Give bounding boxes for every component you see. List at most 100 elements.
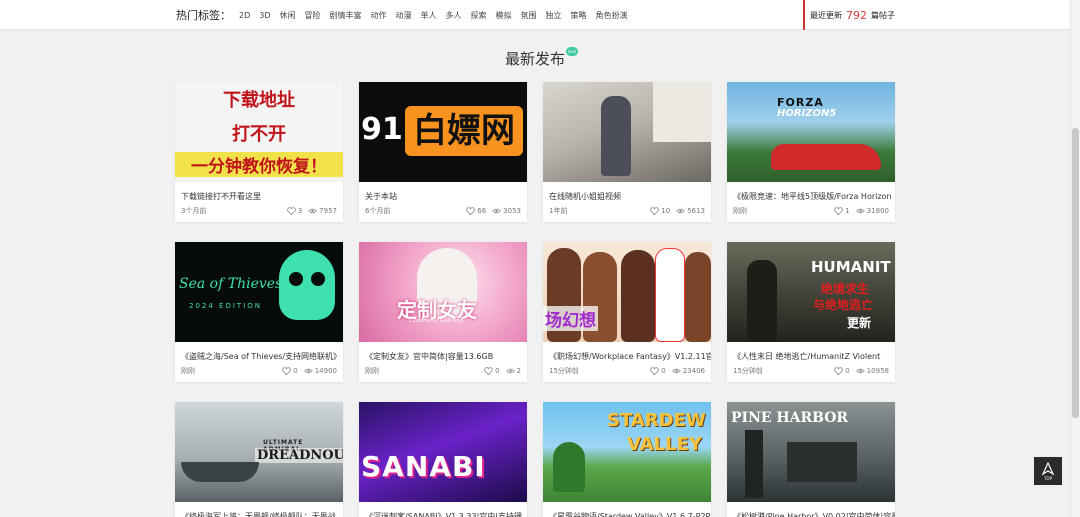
post-card[interactable]: 场幻想 《职场幻想/Workplace Fantasy》V1.2.11官 15分… [543,242,711,382]
post-title[interactable]: 关于本站 [359,182,527,202]
thumb-text: 白嫖网 [405,106,523,156]
likes[interactable]: 0 [834,367,850,375]
post-meta: 刚刚 0 14900 [181,366,337,376]
post-thumbnail[interactable]: 定制女友 Customized Girlfriend [359,242,527,342]
eye-icon [303,368,313,374]
post-stats: 0 10958 [834,367,889,375]
likes[interactable]: 3 [286,207,302,215]
post-title[interactable]: 下载链接打不开看这里 [175,182,343,202]
tag-link[interactable]: 动作 [371,10,387,21]
post-card[interactable]: 定制女友 Customized Girlfriend 《定制女友》官中简体|容量… [359,242,527,382]
heart-icon [650,207,660,215]
likes[interactable]: 66 [466,207,486,215]
tag-link[interactable]: 动漫 [396,10,412,21]
post-title[interactable]: 《松树港/Pine Harbor》V0.02|官中简体|容量 [727,502,895,517]
likes[interactable]: 0 [484,367,500,375]
heart-icon [650,367,660,375]
post-card[interactable]: Sea of Thieves 2024 EDITION 《盗贼之海/Sea of… [175,242,343,382]
post-thumbnail[interactable]: FORZA HORIZON5 [727,82,895,182]
heart-icon [466,207,476,215]
tag-link[interactable]: 探索 [471,10,487,21]
thumb-text: HORIZON5 [777,108,837,119]
post-title[interactable]: 《终极海军上将：无畏舰/终极舰队：无畏战 [175,502,343,517]
tag-link[interactable]: 休闲 [280,10,296,21]
post-thumbnail[interactable]: HUMANIT 绝境求生 与绝地逃亡 更新 [727,242,895,342]
post-thumbnail[interactable]: 场幻想 [543,242,711,342]
post-card[interactable]: PINE HARBOR 《松树港/Pine Harbor》V0.02|官中简体|… [727,402,895,517]
likes-count: 66 [477,207,487,215]
post-title[interactable]: 《职场幻想/Workplace Fantasy》V1.2.11官 [543,342,711,362]
post-meta: 3个月前 3 7957 [181,206,337,216]
post-thumbnail[interactable]: ULTIMATE ADMIRAL DREADNOUGHTS [175,402,343,502]
post-time: 刚刚 [733,207,747,215]
post-thumbnail[interactable] [543,82,711,182]
likes[interactable]: 10 [650,207,670,215]
post-card[interactable]: FORZA HORIZON5 《极限竞速：地平线5顶级版/Forza Horiz… [727,82,895,222]
ship-shape [181,462,259,482]
post-thumbnail[interactable]: STARDEW VALLEY [543,402,711,502]
post-title[interactable]: 《沉迷刺客/SANABI》V1.3.33|官中|支持键 [359,502,527,517]
post-title[interactable]: 《星露谷物语/Stardew Valley》V1.6.7-P2P| [543,502,711,517]
post-card[interactable]: SANABI 《沉迷刺客/SANABI》V1.3.33|官中|支持键 [359,402,527,517]
likes-count: 0 [845,367,850,375]
post-title[interactable]: 《盗贼之海/Sea of Thieves/支持网络联机》 [175,342,343,362]
heart-icon [286,207,296,215]
likes[interactable]: 1 [834,207,850,215]
post-thumbnail[interactable]: 91 白嫖网 [359,82,527,182]
post-thumbnail[interactable]: SANABI [359,402,527,502]
tag-link[interactable]: 2D [239,11,250,20]
likes[interactable]: 0 [650,367,666,375]
photo-figure [601,96,631,176]
character [685,252,711,342]
scrollbar-thumb[interactable] [1072,128,1079,418]
post-thumbnail[interactable]: 下载地址 打不开 一分钟教你恢复！ [175,82,343,182]
views-count: 31800 [866,207,889,215]
scrollbar[interactable] [1070,0,1080,517]
post-title[interactable]: 《定制女友》官中简体|容量13.6GB [359,342,527,362]
tag-link[interactable]: 剧情丰富 [330,10,362,21]
tag-link[interactable]: 独立 [546,10,562,21]
tag-link[interactable]: 冒险 [305,10,321,21]
section-title: 最新发布 [504,50,565,68]
post-title[interactable]: 在线随机小姐姐视频 [543,182,711,202]
thumb-text: DREADNOUGHTS [255,448,343,463]
views-count: 3053 [503,207,521,215]
eye-icon [855,368,865,374]
tree-shape [553,442,585,492]
tag-link[interactable]: 3D [259,11,270,20]
recent-count: 792 [846,8,867,22]
likes[interactable]: 0 [282,367,298,375]
post-card[interactable]: 下载地址 打不开 一分钟教你恢复！ 下载链接打不开看这里 3个月前 3 7957 [175,82,343,222]
tag-link[interactable]: 单人 [421,10,437,21]
post-thumbnail[interactable]: Sea of Thieves 2024 EDITION [175,242,343,342]
post-stats: 66 3053 [466,207,521,215]
thumb-text: PINE HARBOR [731,410,849,426]
post-card[interactable]: HUMANIT 绝境求生 与绝地逃亡 更新 《人性末日 绝地逃亡/Humanit… [727,242,895,382]
post-card[interactable]: ULTIMATE ADMIRAL DREADNOUGHTS 《终极海军上将：无畏… [175,402,343,517]
post-meta: 刚刚 0 2 [365,366,521,376]
tag-link[interactable]: 角色扮演 [596,10,628,21]
views: 5613 [676,207,705,215]
post-stats: 0 14900 [282,367,337,375]
house-shape [787,442,857,482]
back-to-top-button[interactable]: TOP [1034,457,1062,485]
post-card[interactable]: 91 白嫖网 关于本站 6个月前 66 3053 [359,82,527,222]
post-time: 刚刚 [181,367,195,375]
thumb-text: HUMANIT [811,258,891,276]
post-card[interactable]: STARDEW VALLEY 《星露谷物语/Stardew Valley》V1.… [543,402,711,517]
survivor-figure [747,260,777,342]
tag-link[interactable]: 多人 [446,10,462,21]
post-thumbnail[interactable]: PINE HARBOR [727,402,895,502]
tag-link[interactable]: 策略 [571,10,587,21]
eye-icon [676,208,685,214]
tag-link[interactable]: 模拟 [496,10,512,21]
post-title[interactable]: 《极限竞速：地平线5顶级版/Forza Horizon [727,182,895,202]
back-to-top-label: TOP [1043,475,1052,481]
post-title[interactable]: 《人性末日 绝地逃亡/HumanitZ Violent [727,342,895,362]
thumb-text: 与绝地逃亡 [813,298,874,312]
likes-count: 0 [495,367,500,375]
heart-icon [282,367,292,375]
tag-link[interactable]: 氛围 [521,10,537,21]
post-card[interactable]: 在线随机小姐姐视频 1年前 10 5613 [543,82,711,222]
post-stats: 3 7957 [286,207,337,215]
